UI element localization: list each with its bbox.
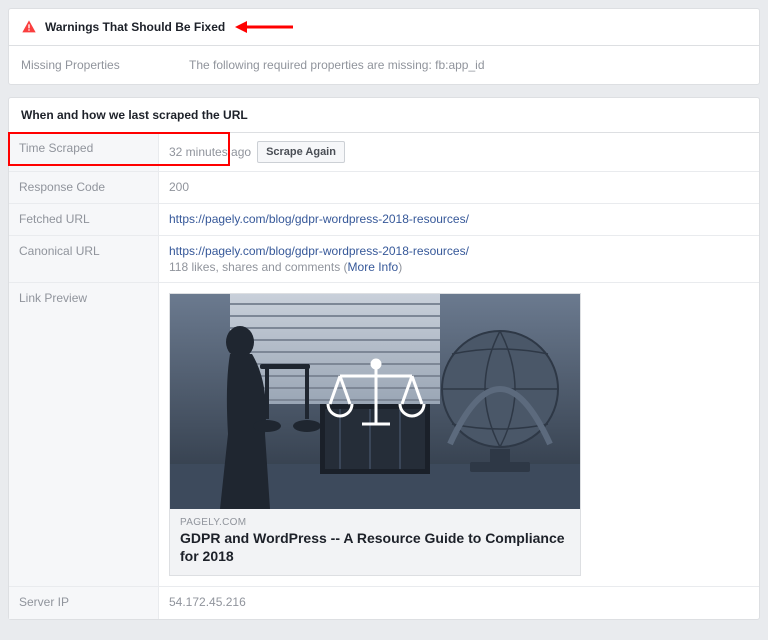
warning-row: Missing Properties The following require…	[9, 46, 759, 84]
row-value: 200	[159, 172, 759, 202]
link-preview-image	[170, 294, 580, 509]
link-preview-title: GDPR and WordPress -- A Resource Guide t…	[180, 530, 570, 565]
row-value: https://pagely.com/blog/gdpr-wordpress-2…	[159, 204, 759, 234]
canonical-meta: 118 likes, shares and comments (More Inf…	[169, 260, 469, 274]
scrape-again-button[interactable]: Scrape Again	[257, 141, 345, 163]
row-label: Server IP	[9, 587, 159, 619]
row-server-ip: Server IP 54.172.45.216	[9, 587, 759, 619]
row-value: PAGELY.COM GDPR and WordPress -- A Resou…	[159, 283, 759, 586]
row-value: https://pagely.com/blog/gdpr-wordpress-2…	[159, 236, 759, 282]
time-scraped-value: 32 minutes ago	[169, 145, 251, 159]
row-value: 54.172.45.216	[159, 587, 759, 617]
canonical-url-link[interactable]: https://pagely.com/blog/gdpr-wordpress-2…	[169, 244, 469, 258]
link-preview-domain: PAGELY.COM	[180, 517, 570, 528]
canonical-meta-suffix: )	[398, 260, 402, 274]
response-code-value: 200	[169, 180, 189, 194]
warnings-panel: Warnings That Should Be Fixed Missing Pr…	[8, 8, 760, 85]
link-preview-body: PAGELY.COM GDPR and WordPress -- A Resou…	[170, 509, 580, 575]
warning-triangle-icon	[21, 19, 37, 35]
warning-label: Missing Properties	[21, 58, 189, 72]
scrape-panel: When and how we last scraped the URL Tim…	[8, 97, 760, 620]
row-time-scraped: Time Scraped 32 minutes ago Scrape Again	[9, 133, 759, 172]
row-label: Fetched URL	[9, 204, 159, 235]
warnings-title: Warnings That Should Be Fixed	[45, 20, 225, 34]
row-response-code: Response Code 200	[9, 172, 759, 204]
row-fetched-url: Fetched URL https://pagely.com/blog/gdpr…	[9, 204, 759, 236]
row-link-preview: Link Preview	[9, 283, 759, 587]
more-info-link[interactable]: More Info	[348, 260, 399, 274]
warning-value: The following required properties are mi…	[189, 58, 485, 72]
row-label: Canonical URL	[9, 236, 159, 282]
canonical-meta-prefix: 118 likes, shares and comments (	[169, 260, 348, 274]
fetched-url-link[interactable]: https://pagely.com/blog/gdpr-wordpress-2…	[169, 212, 469, 226]
row-canonical-url: Canonical URL https://pagely.com/blog/gd…	[9, 236, 759, 283]
scrape-header: When and how we last scraped the URL	[9, 98, 759, 133]
row-label: Link Preview	[9, 283, 159, 586]
server-ip-value: 54.172.45.216	[169, 595, 246, 609]
link-preview-card[interactable]: PAGELY.COM GDPR and WordPress -- A Resou…	[169, 293, 581, 576]
arrow-left-annotation-icon	[235, 19, 295, 35]
row-label: Time Scraped	[9, 133, 159, 171]
row-label: Response Code	[9, 172, 159, 203]
row-value: 32 minutes ago Scrape Again	[159, 133, 759, 171]
warnings-header: Warnings That Should Be Fixed	[9, 9, 759, 46]
